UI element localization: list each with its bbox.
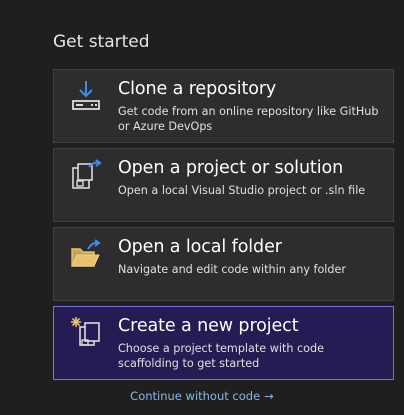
continue-link-label: Continue without code <box>130 389 261 403</box>
card-description: Open a local Visual Studio project or .s… <box>118 184 366 197</box>
open-folder-icon <box>68 236 104 272</box>
new-project-icon <box>68 315 104 351</box>
create-new-project-card[interactable]: Create a new project Choose a project te… <box>53 306 394 380</box>
arrow-right-icon: → <box>264 389 274 403</box>
card-description: Choose a project template with code scaf… <box>118 342 324 370</box>
open-project-card[interactable]: Open a project or solution Open a local … <box>53 148 394 222</box>
card-title: Clone a repository <box>118 79 277 99</box>
card-title: Open a local folder <box>118 237 282 257</box>
open-project-icon <box>68 157 104 193</box>
clone-download-icon <box>68 78 104 114</box>
open-folder-card[interactable]: Open a local folder Navigate and edit co… <box>53 227 394 301</box>
continue-without-code-link[interactable]: Continue without code → <box>0 389 404 403</box>
clone-repository-card[interactable]: Clone a repository Get code from an onli… <box>53 69 394 143</box>
card-description: Get code from an online repository like … <box>118 105 379 133</box>
card-description: Navigate and edit code within any folder <box>118 263 346 276</box>
page-title: Get started <box>53 32 150 52</box>
card-title: Open a project or solution <box>118 158 344 178</box>
card-title: Create a new project <box>118 316 299 336</box>
